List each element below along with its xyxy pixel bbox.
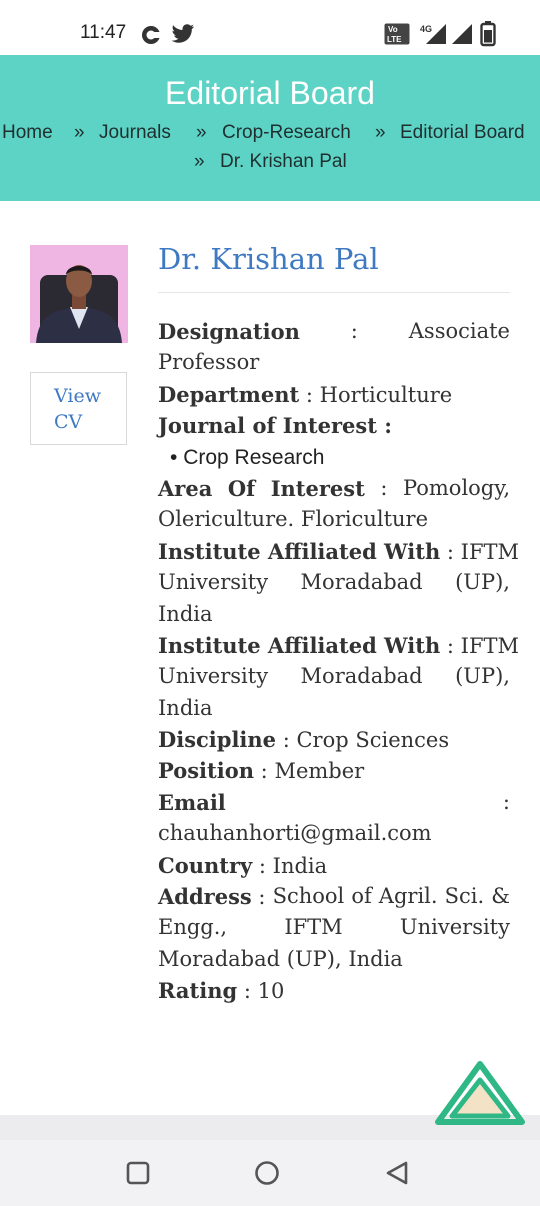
- area-label-word3: Interest: [270, 475, 365, 501]
- address-value-line3: Moradabad (UP), India: [158, 946, 403, 971]
- breadcrumb-separator: »: [375, 122, 386, 143]
- area-value-line2: Olericulture. Floriculture: [158, 507, 429, 532]
- profile-photo: [30, 245, 128, 343]
- discipline-label: Discipline: [158, 727, 277, 753]
- institute2-value-line3: India: [158, 695, 213, 720]
- svg-text:LTE: LTE: [387, 35, 402, 44]
- profile-name: Dr. Krishan Pal: [158, 242, 379, 276]
- area-row: Area Of Interest : Pomology,: [158, 473, 510, 504]
- email-label: Email: [158, 789, 226, 815]
- recents-square-icon[interactable]: [126, 1161, 150, 1185]
- designation-value-line1: Associate: [408, 319, 510, 343]
- department-label: Department: [158, 381, 300, 407]
- c-app-icon: [142, 26, 161, 44]
- position-label: Position: [158, 758, 254, 784]
- institute-label: Institute Affiliated With: [158, 538, 441, 564]
- breadcrumb-separator: »: [194, 151, 205, 172]
- area-label-word2: Of: [227, 475, 256, 501]
- institute2-row: Institute Affiliated With : IFTM: [158, 632, 520, 658]
- signal-icon: [452, 24, 472, 44]
- view-cv-button[interactable]: View CV: [30, 372, 127, 445]
- journal-label: Journal of Interest :: [158, 413, 392, 439]
- page-title: Editorial Board: [165, 75, 375, 111]
- breadcrumb-journals[interactable]: Journals: [99, 122, 171, 144]
- journal-list-item: • Crop Research: [158, 442, 510, 473]
- breadcrumb-home[interactable]: Home: [2, 122, 53, 144]
- battery-icon: [480, 21, 496, 47]
- status-bar: 11:47 Vo LTE 4G: [0, 0, 540, 55]
- designation-value-line2: Professor: [158, 350, 260, 375]
- divider: [158, 292, 510, 293]
- triangle-logo-icon[interactable]: [434, 1060, 526, 1128]
- home-circle-icon[interactable]: [254, 1160, 280, 1186]
- department-value: Horticulture: [319, 382, 453, 407]
- designation-row: Designation : Associate: [158, 316, 510, 347]
- country-row: Country : India: [158, 852, 328, 878]
- discipline-value: Crop Sciences: [296, 728, 450, 753]
- svg-text:Vo: Vo: [388, 25, 398, 34]
- breadcrumb-separator: »: [196, 122, 207, 143]
- view-cv-label: View CV: [54, 385, 101, 433]
- profile-details: Designation : Associate Professor Depart…: [158, 316, 520, 1007]
- address-label: Address: [158, 884, 252, 910]
- person-photo-icon: [30, 245, 128, 343]
- rating-value: 10: [257, 979, 285, 1004]
- position-value: Member: [274, 759, 365, 784]
- institute-value-line3: India: [158, 601, 213, 626]
- back-triangle-icon[interactable]: [384, 1160, 410, 1186]
- signal-4g-icon: 4G: [420, 24, 446, 44]
- institute2-value-line2: University Moradabad (UP),: [158, 664, 510, 689]
- breadcrumb-editorial-board[interactable]: Editorial Board: [400, 122, 525, 144]
- institute-value-line2: University Moradabad (UP),: [158, 570, 510, 595]
- breadcrumb-crop-research[interactable]: Crop-Research: [222, 122, 351, 144]
- journal-item[interactable]: Crop Research: [183, 446, 324, 469]
- area-colon: :: [380, 475, 388, 500]
- email-colon: :: [502, 789, 510, 814]
- area-value-line1: Pomology,: [402, 475, 510, 500]
- institute2-label: Institute Affiliated With: [158, 632, 441, 658]
- email-row: Email :: [158, 787, 510, 818]
- twitter-icon: [171, 24, 194, 43]
- rating-label: Rating: [158, 978, 238, 1004]
- area-label-word1: Area: [158, 475, 213, 501]
- volte-icon: Vo LTE: [384, 23, 410, 45]
- country-label: Country: [158, 852, 253, 878]
- address-row: Address : School of Agril. Sci. &: [158, 884, 510, 910]
- breadcrumb-separator: »: [74, 122, 85, 143]
- designation-label: Designation: [158, 319, 300, 344]
- bullet-icon: •: [170, 445, 178, 469]
- breadcrumb-current: Dr. Krishan Pal: [220, 151, 347, 172]
- address-value-line2: Engg., IFTM University: [158, 915, 510, 940]
- discipline-row: Discipline : Crop Sciences: [158, 727, 450, 753]
- status-time: 11:47: [80, 22, 127, 43]
- journal-row: Journal of Interest :: [158, 410, 510, 441]
- position-row: Position : Member: [158, 758, 365, 784]
- email-value[interactable]: chauhanhorti@gmail.com: [158, 818, 510, 849]
- rating-row: Rating : 10: [158, 978, 285, 1004]
- department-row: Department : Horticulture: [158, 381, 453, 407]
- country-value: India: [272, 853, 328, 878]
- svg-text:4G: 4G: [420, 24, 432, 34]
- designation-colon: :: [350, 319, 358, 343]
- institute-row: Institute Affiliated With : IFTM: [158, 538, 520, 564]
